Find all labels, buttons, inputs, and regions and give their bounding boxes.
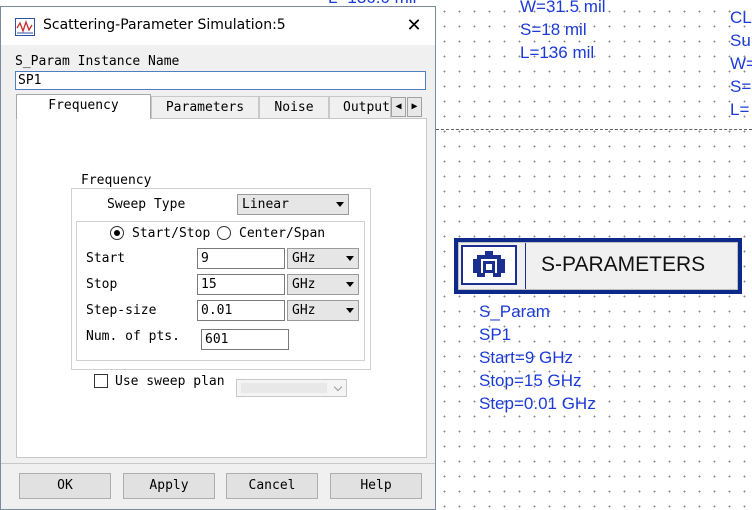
- s-parameters-block-body: S-PARAMETERS: [458, 242, 738, 290]
- stop-unit-select[interactable]: GHz: [287, 274, 359, 295]
- dialog-titlebar[interactable]: Scattering-Parameter Simulation:5 ✕: [1, 7, 435, 45]
- dropdown-arrow-icon: [346, 308, 354, 313]
- tab-frequency[interactable]: Frequency: [16, 94, 151, 119]
- center-span-radio-label: Center/Span: [239, 226, 326, 241]
- dropdown-arrow-icon: [346, 282, 354, 287]
- close-icon: ✕: [406, 15, 422, 36]
- dialog-title: Scattering-Parameter Simulation:5: [43, 17, 286, 33]
- sweep-type-select[interactable]: Linear: [237, 194, 349, 215]
- right-param-1: Su: [730, 31, 751, 50]
- start-label: Start: [86, 251, 126, 266]
- tab-output-label: Output: [343, 100, 390, 115]
- close-button[interactable]: ✕: [397, 11, 431, 41]
- sweep-plan-select-field: [241, 383, 327, 393]
- sparam-param-type: S_Param: [479, 302, 550, 321]
- sparam-block-divider: [525, 243, 526, 289]
- num-points-input[interactable]: 601: [201, 329, 289, 350]
- num-points-label: Num. of pts.: [86, 329, 180, 344]
- tab-parameters[interactable]: Parameters: [151, 96, 259, 118]
- right-param-3: S=: [730, 77, 752, 96]
- dropdown-arrow-icon: [346, 256, 354, 261]
- sparam-block-title: S-PARAMETERS: [541, 253, 706, 276]
- start-stop-radio-label: Start/Stop: [132, 226, 211, 241]
- sweep-type-value: Linear: [242, 197, 289, 212]
- sparam-param-start: Start=9 GHz: [479, 348, 574, 367]
- step-unit-select[interactable]: GHz: [287, 300, 359, 321]
- dashed-wire: [436, 129, 752, 130]
- sparam-params[interactable]: S_Param SP1 Start=9 GHz Stop=15 GHz Step…: [479, 300, 596, 415]
- start-stop-radio[interactable]: [110, 226, 124, 240]
- right-param-4: L=: [730, 100, 750, 119]
- footer-separator: [1, 463, 435, 464]
- tab-output[interactable]: Output: [329, 96, 391, 118]
- cancel-button[interactable]: Cancel: [226, 473, 318, 499]
- stop-input[interactable]: 15: [197, 274, 285, 295]
- sparam-block-icon: [461, 245, 517, 285]
- ok-button[interactable]: OK: [19, 473, 111, 499]
- frequency-group-label: Frequency: [78, 173, 155, 188]
- tab-noise-label: Noise: [274, 100, 314, 115]
- sparam-param-step: Step=0.01 GHz: [479, 394, 596, 413]
- tab-scroll-right-button[interactable]: ▶: [407, 97, 422, 117]
- simulation-app-icon: [15, 18, 35, 36]
- sweep-plan-select: [236, 379, 347, 397]
- stop-unit-value: GHz: [292, 277, 316, 292]
- step-size-input[interactable]: 0.01: [197, 300, 285, 321]
- tab-noise[interactable]: Noise: [259, 96, 329, 118]
- stop-label: Stop: [86, 277, 118, 292]
- tab-parameters-label: Parameters: [165, 100, 245, 115]
- start-unit-value: GHz: [292, 251, 316, 266]
- dropdown-arrow-icon: [336, 202, 344, 207]
- arrow-right-icon: ▶: [411, 101, 418, 112]
- tab-frequency-label: Frequency: [48, 98, 119, 113]
- trace-width-label: W=31.5 mil: [520, 0, 606, 16]
- arrow-left-icon: ◀: [395, 101, 402, 112]
- step-size-label: Step-size: [86, 303, 157, 318]
- center-span-radio[interactable]: [217, 226, 231, 240]
- help-button[interactable]: Help: [330, 473, 422, 499]
- right-param-2: W=: [730, 54, 752, 73]
- sweep-type-label: Sweep Type: [107, 197, 186, 212]
- s-parameters-block[interactable]: S-PARAMETERS: [454, 238, 742, 294]
- use-sweep-plan-checkbox[interactable]: [94, 374, 108, 388]
- right-component-params[interactable]: CL Su W= S= L=: [730, 6, 752, 121]
- use-sweep-plan-label: Use sweep plan: [115, 374, 225, 389]
- instance-name-input[interactable]: SP1: [15, 71, 426, 90]
- chevron-down-icon: [333, 382, 343, 392]
- sparam-param-stop: Stop=15 GHz: [479, 371, 582, 390]
- sparam-simulation-dialog[interactable]: Scattering-Parameter Simulation:5 ✕ S_Pa…: [0, 6, 436, 510]
- start-input[interactable]: 9: [197, 248, 285, 269]
- start-unit-select[interactable]: GHz: [287, 248, 359, 269]
- step-unit-value: GHz: [292, 303, 316, 318]
- right-param-0: CL: [730, 8, 752, 27]
- sparam-param-name: SP1: [479, 325, 512, 344]
- trace-params[interactable]: W=31.5 mil S=18 mil L=136 mil: [520, 0, 606, 64]
- tab-scroll-left-button[interactable]: ◀: [391, 97, 406, 117]
- trace-spacing-label: S=18 mil: [520, 20, 587, 39]
- instance-name-label: S_Param Instance Name: [15, 54, 180, 69]
- trace-length-label: L=136 mil: [520, 43, 595, 62]
- apply-button[interactable]: Apply: [123, 473, 215, 499]
